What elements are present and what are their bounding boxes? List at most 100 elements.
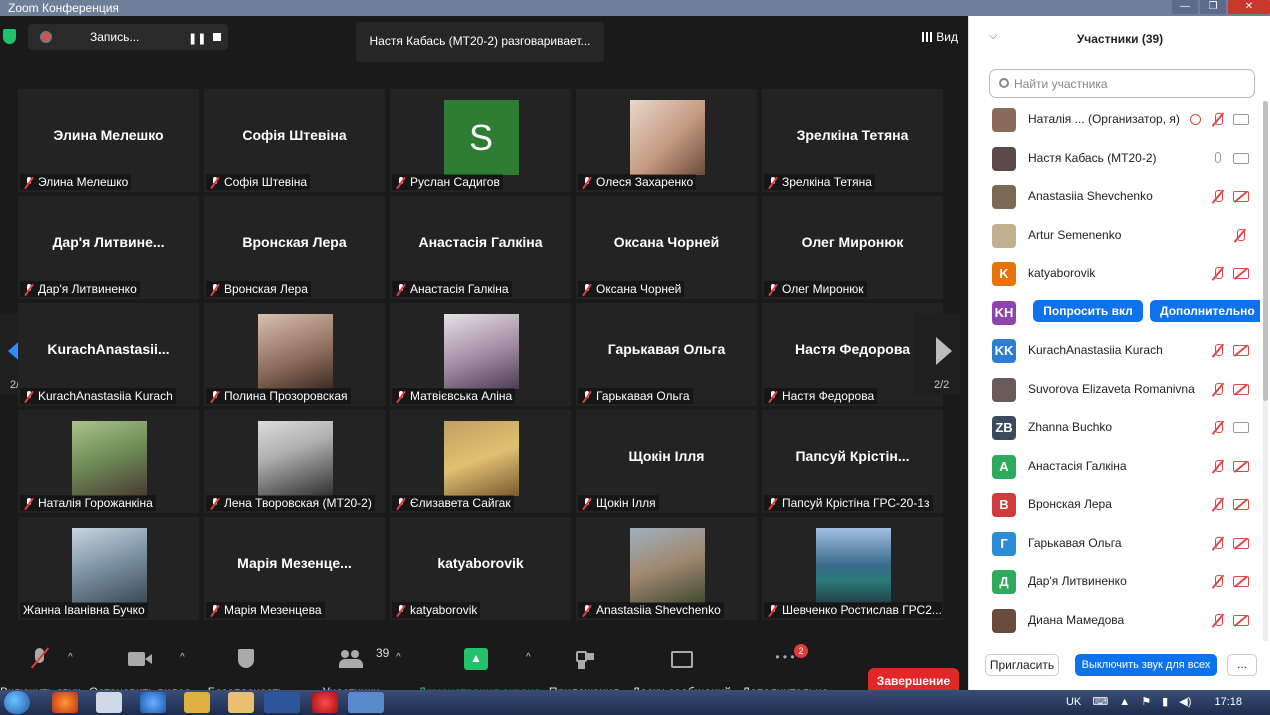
participant-video-tile[interactable]: S Руслан Садигов bbox=[390, 89, 571, 192]
participant-video-tile[interactable]: Наталія Горожанкіна bbox=[18, 410, 199, 513]
participant-video-tile[interactable]: Софія Штевіна Софія Штевіна bbox=[204, 89, 385, 192]
participant-row[interactable]: Настя Кабась (МТ20-2) bbox=[969, 140, 1270, 179]
tile-name-label: Єлизавета Сайгак bbox=[392, 495, 514, 511]
participant-video-tile[interactable]: Полина Прозоровская bbox=[204, 303, 385, 406]
tile-name-label: katyaborovik bbox=[392, 602, 481, 618]
muted-mic-icon bbox=[582, 177, 592, 188]
participant-search-input[interactable]: Найти участника bbox=[989, 69, 1255, 98]
participant-row[interactable]: KH Попросить вкл Дополнительно bbox=[969, 294, 1270, 333]
participant-video-tile[interactable]: Дар'я Литвине... Дар'я Литвиненко bbox=[18, 196, 199, 299]
participant-row[interactable]: Д Дар'я Литвиненко bbox=[969, 563, 1270, 602]
tile-name-label: KurachAnastasiia Kurach bbox=[20, 388, 176, 404]
participant-video-tile[interactable]: Щокін Ілля Щокін Ілля bbox=[576, 410, 757, 513]
participant-video-tile[interactable]: katyaborovik katyaborovik bbox=[390, 517, 571, 620]
mute-all-button[interactable]: Выключить звук для всех bbox=[1075, 654, 1217, 676]
invite-button[interactable]: Пригласить bbox=[985, 654, 1059, 676]
network-icon[interactable]: ▮ bbox=[1162, 696, 1168, 708]
encryption-shield-icon[interactable] bbox=[3, 29, 16, 44]
scrollbar-thumb[interactable] bbox=[1263, 101, 1268, 401]
view-button[interactable]: Вид bbox=[922, 30, 958, 44]
clock[interactable]: 17:18 bbox=[1214, 696, 1242, 708]
minimize-button[interactable]: — bbox=[1172, 0, 1198, 14]
participant-row[interactable]: Kkatyaborovik bbox=[969, 255, 1270, 294]
participant-row[interactable]: Suvorova Elizaveta Romanivna bbox=[969, 371, 1270, 410]
participant-row[interactable]: Г Гарькавая Ольга bbox=[969, 525, 1270, 564]
stop-recording-icon[interactable] bbox=[213, 33, 221, 41]
close-button[interactable]: ✕ bbox=[1228, 0, 1270, 14]
opera-icon[interactable] bbox=[312, 692, 338, 713]
chevron-up-icon[interactable]: ^ bbox=[180, 652, 185, 663]
grid-view-icon bbox=[922, 32, 933, 42]
chevron-up-icon[interactable]: ^ bbox=[396, 652, 401, 663]
participant-video-tile[interactable]: Матвієвська Аліна bbox=[390, 303, 571, 406]
muted-mic-icon bbox=[768, 498, 778, 509]
volume-icon[interactable]: ◀) bbox=[1179, 696, 1191, 708]
tile-display-name: katyaborovik bbox=[437, 555, 524, 571]
participant-row[interactable]: Наталія ... (Организатор, я) bbox=[969, 101, 1270, 140]
media-player-icon[interactable] bbox=[184, 692, 210, 713]
chevron-up-icon[interactable]: ^ bbox=[526, 652, 531, 663]
tile-name-text: Анастасія Галкіна bbox=[410, 282, 509, 296]
system-tray: UK ⌨ ▲ ⚑ ▮ ◀) 17:18 bbox=[1058, 695, 1242, 708]
avatar bbox=[992, 223, 1016, 248]
internet-explorer-icon[interactable] bbox=[140, 692, 166, 713]
participant-video-tile[interactable]: Лена Творовская (МТ20-2) bbox=[204, 410, 385, 513]
pause-recording-icon[interactable]: ❚❚ bbox=[188, 32, 206, 45]
participant-row[interactable]: A Анастасія Галкіна bbox=[969, 448, 1270, 487]
participant-video-tile[interactable]: Єлизавета Сайгак bbox=[390, 410, 571, 513]
next-page-button[interactable]: 2/2 bbox=[914, 313, 960, 395]
participant-video-tile[interactable]: Марія Мезенце... Марія Мезенцева bbox=[204, 517, 385, 620]
muted-mic-icon bbox=[24, 391, 34, 402]
calculator-icon[interactable] bbox=[96, 692, 122, 713]
muted-mic-icon bbox=[582, 391, 592, 402]
participant-row[interactable]: Диана Мамедова bbox=[969, 602, 1270, 641]
chevron-up-icon[interactable]: ^ bbox=[68, 652, 73, 663]
participant-row[interactable]: B Вронская Лера bbox=[969, 486, 1270, 525]
participant-row[interactable]: KK KurachAnastasiia Kurach bbox=[969, 332, 1270, 371]
tile-name-text: Папсуй Крістіна ГРС-20-1з bbox=[782, 496, 930, 510]
file-explorer-icon[interactable] bbox=[228, 692, 254, 713]
participant-video-tile[interactable]: Зрелкіна Тетяна Зрелкіна Тетяна bbox=[762, 89, 943, 192]
participant-name: Настя Кабась (МТ20-2) bbox=[1028, 150, 1157, 165]
participant-video-tile[interactable]: Шевченко Ростислав ГРС2... bbox=[762, 517, 943, 620]
participant-video-tile[interactable]: Элина Мелешко Элина Мелешко bbox=[18, 89, 199, 192]
language-indicator[interactable]: UK bbox=[1066, 696, 1081, 708]
zoom-taskbar-icon[interactable] bbox=[348, 692, 384, 713]
participant-row[interactable]: Anastasiia Shevchenko bbox=[969, 178, 1270, 217]
avatar: Д bbox=[992, 570, 1016, 594]
tile-display-name: Зрелкіна Тетяна bbox=[796, 127, 909, 143]
tile-name-text: Настя Федорова bbox=[782, 389, 875, 403]
participant-video-tile[interactable]: Гарькавая Ольга Гарькавая Ольга bbox=[576, 303, 757, 406]
start-button-icon[interactable] bbox=[4, 691, 30, 714]
word-icon[interactable] bbox=[264, 692, 300, 713]
participant-more-button[interactable]: Дополнительно bbox=[1150, 299, 1260, 322]
participant-video-tile[interactable]: Папсуй Крістін... Папсуй Крістіна ГРС-20-… bbox=[762, 410, 943, 513]
flag-icon[interactable]: ⚑ bbox=[1141, 696, 1151, 708]
participants-panel: ⌵ Участники (39) Найти участника Наталія… bbox=[968, 16, 1270, 690]
participant-video-tile[interactable]: Жанна Іванівна Бучко bbox=[18, 517, 199, 620]
keyboard-icon[interactable]: ⌨ bbox=[1092, 696, 1108, 708]
muted-mic-icon bbox=[1233, 228, 1247, 243]
firefox-icon[interactable] bbox=[52, 692, 78, 713]
participant-list-scrollbar[interactable] bbox=[1263, 101, 1268, 641]
muted-mic-icon bbox=[768, 391, 778, 402]
participant-video-tile[interactable]: Оксана Чорней Оксана Чорней bbox=[576, 196, 757, 299]
participant-video-tile[interactable]: Вронская Лера Вронская Лера bbox=[204, 196, 385, 299]
participant-video-tile[interactable]: Олеся Захаренко bbox=[576, 89, 757, 192]
participant-row[interactable]: ZB Zhanna Buchko bbox=[969, 409, 1270, 448]
maximize-button[interactable]: ❐ bbox=[1200, 0, 1226, 14]
muted-mic-icon bbox=[582, 605, 592, 616]
participant-row[interactable]: Artur Semenenko bbox=[969, 217, 1270, 256]
ask-to-unmute-button[interactable]: Попросить вкл bbox=[1033, 299, 1143, 322]
panel-more-button[interactable]: ... bbox=[1227, 654, 1257, 676]
tile-display-name: KurachAnastasii... bbox=[47, 341, 170, 357]
muted-mic-icon bbox=[396, 391, 406, 402]
show-hidden-icons-icon[interactable]: ▲ bbox=[1119, 696, 1130, 708]
participant-video-tile[interactable]: KurachAnastasii... KurachAnastasiia Kurac… bbox=[18, 303, 199, 406]
video-off-icon bbox=[1233, 268, 1249, 279]
participant-video-tile[interactable]: Олег Миронюк Олег Миронюк bbox=[762, 196, 943, 299]
record-dot-icon bbox=[40, 31, 52, 43]
tile-name-text: Щокін Ілля bbox=[596, 496, 656, 510]
participant-video-tile[interactable]: Анастасія Галкіна Анастасія Галкіна bbox=[390, 196, 571, 299]
participant-video-tile[interactable]: Anastasiia Shevchenko bbox=[576, 517, 757, 620]
